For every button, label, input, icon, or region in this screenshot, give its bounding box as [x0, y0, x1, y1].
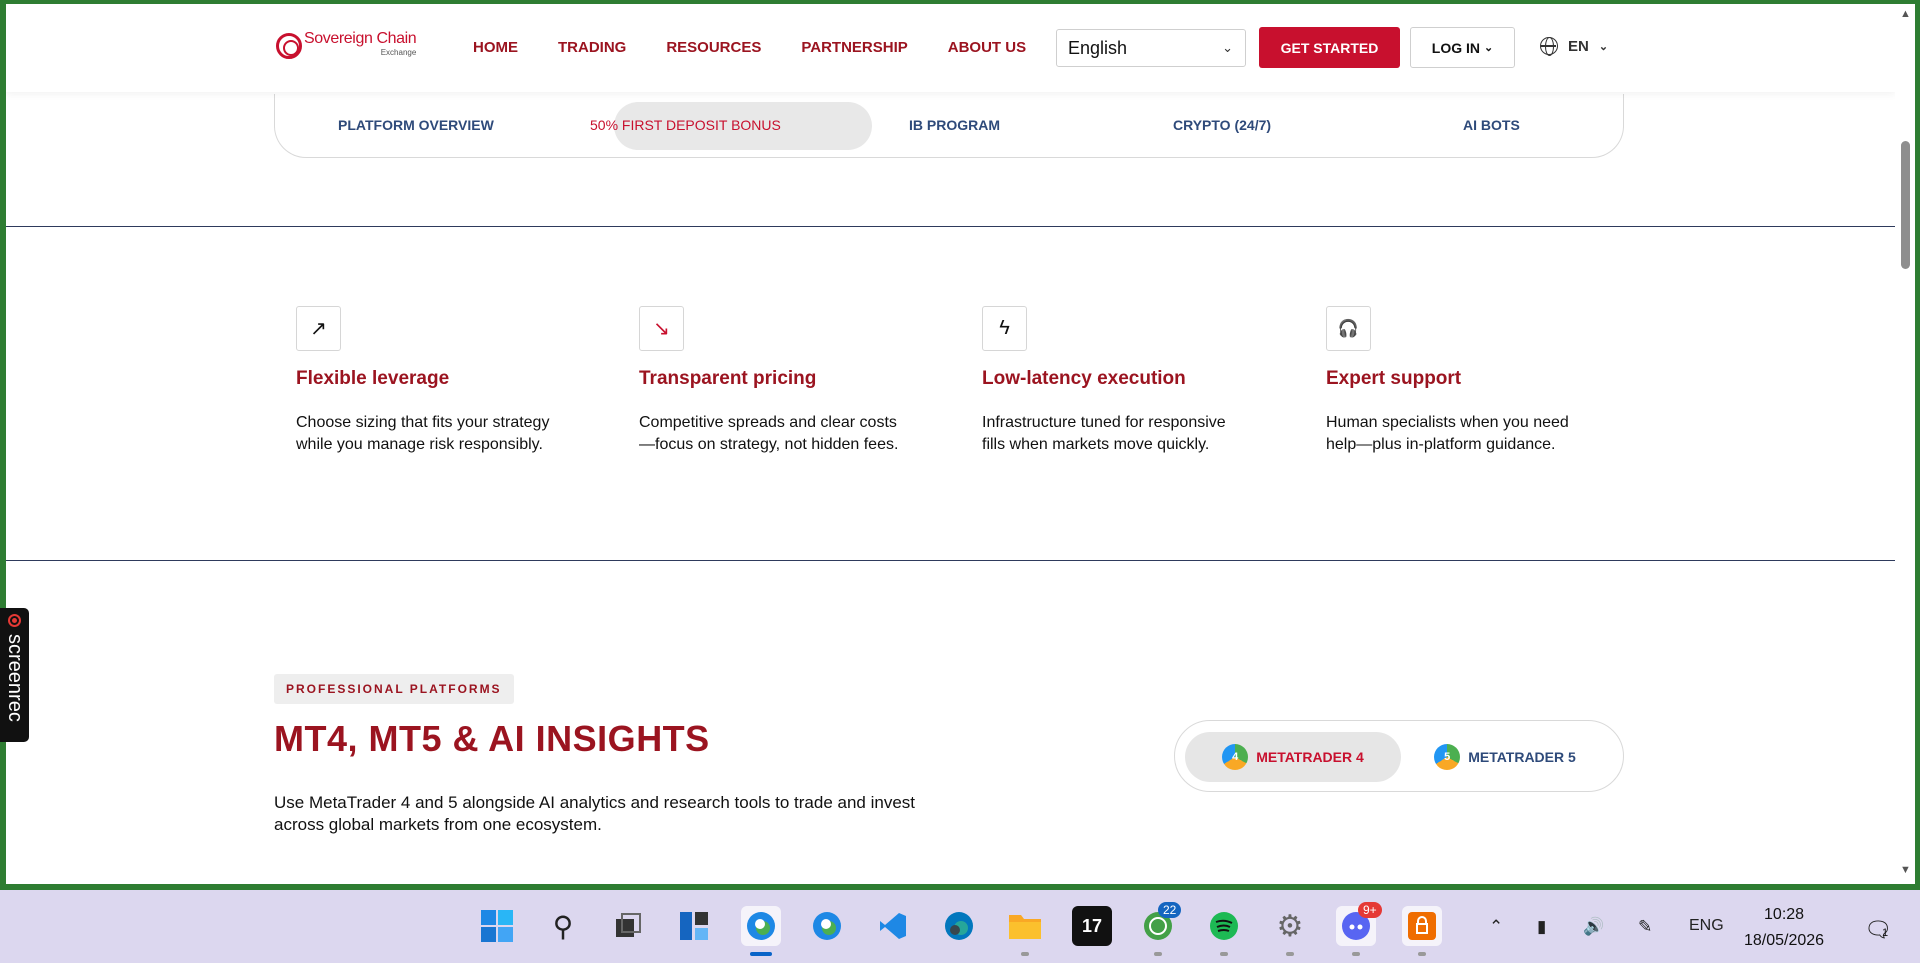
chevron-up-icon[interactable]: ⌃: [1489, 917, 1503, 937]
language-select-value: English: [1068, 37, 1128, 58]
whatsapp-badge: 22: [1158, 902, 1182, 918]
input-language[interactable]: ENG: [1689, 917, 1724, 935]
feature-description: Infrastructure tuned for responsive fill…: [982, 414, 1226, 453]
feature-card: ϟ Low-latency execution Infrastructure t…: [982, 306, 1272, 456]
app-indicator: [1220, 952, 1228, 956]
section-tag: PROFESSIONAL PLATFORMS: [274, 674, 514, 704]
clock-date: 18/05/2026: [1744, 932, 1825, 949]
nav-home[interactable]: HOME: [473, 39, 518, 56]
language-menu[interactable]: EN ⌄: [1540, 37, 1609, 56]
scrollbar[interactable]: ▲ ▼: [1895, 4, 1915, 884]
get-started-button[interactable]: GET STARTED: [1259, 27, 1400, 68]
tab-crypto[interactable]: CRYPTO (24/7): [1173, 117, 1271, 133]
metatrader-logo-icon: 5: [1434, 744, 1461, 770]
widgets-icon[interactable]: [674, 906, 714, 946]
arrow-down-right-icon: ↘: [639, 306, 684, 351]
app-indicator: [1021, 952, 1029, 956]
vpn-app-icon[interactable]: [1402, 906, 1442, 946]
logo-text: Sovereign Chain: [304, 30, 417, 47]
logo[interactable]: Sovereign Chain Exchange: [276, 30, 417, 60]
section-intro: Use MetaTrader 4 and 5 alongside AI anal…: [274, 793, 916, 834]
active-app-indicator: [750, 952, 772, 956]
headset-icon: 🎧: [1326, 306, 1371, 351]
task-view-icon[interactable]: [608, 906, 648, 946]
feature-description: Competitive spreads and clear costs—focu…: [639, 414, 899, 453]
feature-card: 🎧 Expert support Human specialists when …: [1326, 306, 1616, 456]
battery-icon[interactable]: ▮: [1537, 917, 1546, 937]
notification-count: 1: [1882, 927, 1889, 939]
nav-resources[interactable]: RESOURCES: [666, 39, 761, 56]
site-header: Sovereign Chain Exchange HOME TRADING RE…: [6, 4, 1895, 92]
nav-trading[interactable]: TRADING: [558, 39, 626, 56]
globe-icon: [1540, 37, 1558, 56]
section-divider: [6, 226, 1895, 227]
chevron-down-icon: ⌄: [1598, 40, 1609, 53]
tradingview-icon[interactable]: 17: [1072, 906, 1112, 946]
browser-viewport: Sovereign Chain Exchange HOME TRADING RE…: [6, 4, 1895, 884]
metatrader-5-button[interactable]: 5 METATRADER 5: [1397, 732, 1613, 782]
edge-beta-icon[interactable]: [939, 906, 979, 946]
feature-card: ↘ Transparent pricing Competitive spread…: [639, 306, 929, 456]
app-indicator: [1352, 952, 1360, 956]
language-code: EN: [1568, 37, 1589, 55]
lightning-icon: ϟ: [982, 306, 1027, 351]
edge-browser-icon[interactable]: [741, 906, 781, 946]
login-button[interactable]: LOG IN ⌄: [1410, 27, 1515, 68]
tab-ai-bots[interactable]: AI BOTS: [1463, 117, 1520, 133]
feature-title: Low-latency execution: [982, 368, 1186, 389]
nav-partnership[interactable]: PARTNERSHIP: [801, 39, 907, 56]
settings-gear-icon[interactable]: ⚙: [1270, 906, 1310, 946]
windows-start-icon[interactable]: [477, 906, 517, 946]
record-icon: [8, 614, 21, 627]
main-nav: HOME TRADING RESOURCES PARTNERSHIP ABOUT…: [473, 39, 1066, 56]
scroll-down-icon[interactable]: ▼: [1900, 864, 1911, 876]
section-title: MT4, MT5 & AI INSIGHTS: [274, 718, 710, 759]
edge-profile-icon[interactable]: [807, 906, 847, 946]
search-icon[interactable]: ⚲: [543, 906, 583, 946]
sub-tabs: PLATFORM OVERVIEW 50% FIRST DEPOSIT BONU…: [274, 94, 1624, 158]
app-indicator: [1286, 952, 1294, 956]
clock[interactable]: 10:28 18/05/2026: [1744, 902, 1824, 954]
pen-icon[interactable]: ✎: [1638, 917, 1652, 937]
tab-first-deposit-bonus[interactable]: 50% FIRST DEPOSIT BONUS: [590, 117, 781, 133]
app-indicator: [1154, 952, 1162, 956]
feature-card: ↗ Flexible leverage Choose sizing that f…: [296, 306, 586, 456]
login-label: LOG IN: [1431, 39, 1480, 56]
volume-icon[interactable]: 🔊: [1583, 917, 1604, 937]
chevron-down-icon: ⌄: [1484, 42, 1494, 54]
app-indicator: [1418, 952, 1426, 956]
discord-badge: 9+: [1358, 902, 1382, 918]
taskbar: ⚲ 17 22 ⚙ 9+ ⌃ ▮ 🔊 ✎ ENG 10:28 18/05/202…: [0, 890, 1920, 963]
clock-time: 10:28: [1764, 906, 1805, 923]
feature-description: Human specialists when you need help—plu…: [1326, 414, 1569, 453]
logo-mark-icon: [276, 33, 302, 59]
scroll-thumb[interactable]: [1901, 141, 1910, 269]
feature-title: Transparent pricing: [639, 368, 817, 389]
section-divider: [6, 560, 1895, 561]
metatrader-4-label: METATRADER 4: [1256, 749, 1364, 765]
metatrader-5-label: METATRADER 5: [1468, 749, 1576, 765]
screenrec-widget[interactable]: screenrec: [0, 608, 29, 742]
language-select[interactable]: English ⌄: [1056, 29, 1246, 67]
spotify-icon[interactable]: [1204, 906, 1244, 946]
vscode-icon[interactable]: [873, 906, 913, 946]
logo-subtext: Exchange: [380, 48, 417, 57]
feature-title: Expert support: [1326, 368, 1462, 389]
feature-title: Flexible leverage: [296, 368, 450, 389]
tab-platform-overview[interactable]: PLATFORM OVERVIEW: [338, 117, 494, 133]
feature-description: Choose sizing that fits your strategy wh…: [296, 414, 550, 453]
metatrader-logo-icon: 4: [1222, 744, 1249, 770]
nav-about-us[interactable]: ABOUT US: [948, 39, 1026, 56]
chevron-down-icon: ⌄: [1222, 40, 1233, 55]
metatrader-4-button[interactable]: 4 METATRADER 4: [1185, 732, 1401, 782]
arrow-up-right-icon: ↗: [296, 306, 341, 351]
screenrec-label: screenrec: [4, 634, 26, 722]
tab-ib-program[interactable]: IB PROGRAM: [909, 117, 1000, 133]
scroll-up-icon[interactable]: ▲: [1900, 8, 1911, 20]
platform-switch: 4 METATRADER 4 5 METATRADER 5: [1174, 720, 1624, 792]
file-explorer-icon[interactable]: [1005, 906, 1045, 946]
